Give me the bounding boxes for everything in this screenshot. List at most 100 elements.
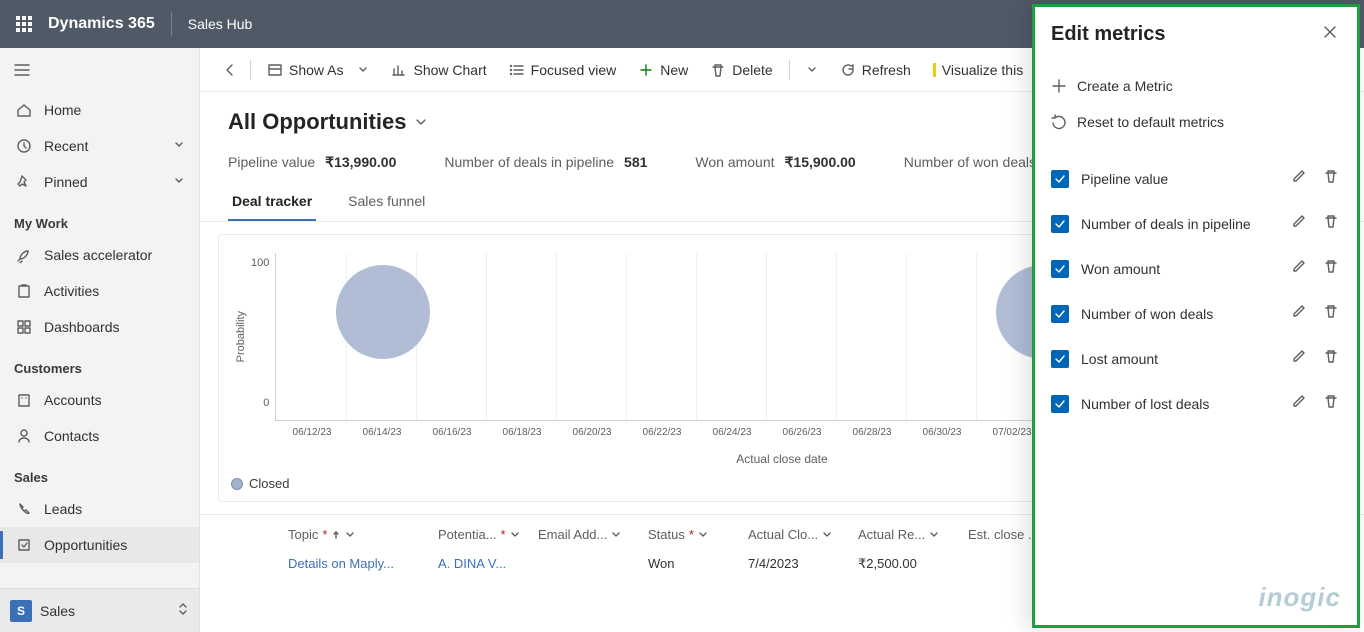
metric-item-lost-deals: Number of lost deals	[1051, 381, 1341, 426]
tab-deal-tracker[interactable]: Deal tracker	[228, 183, 316, 221]
delete-button[interactable]	[1321, 346, 1341, 371]
edit-button[interactable]	[1289, 301, 1309, 326]
back-button[interactable]	[212, 54, 244, 86]
reset-icon	[1051, 114, 1067, 130]
delete-button[interactable]	[1321, 211, 1341, 236]
edit-button[interactable]	[1289, 256, 1309, 281]
visualize-button[interactable]: Visualize this	[923, 54, 1033, 86]
show-as-button[interactable]: Show As	[257, 54, 379, 86]
chevron-down-icon	[611, 530, 621, 540]
metric-item-lost-amount: Lost amount	[1051, 336, 1341, 381]
app-launcher[interactable]	[8, 8, 40, 40]
chevron-down-icon	[345, 530, 355, 540]
chevron-down-icon	[806, 64, 818, 76]
col-topic[interactable]: Topic*	[288, 527, 438, 542]
edit-button[interactable]	[1289, 346, 1309, 371]
chevron-down-icon	[173, 139, 185, 151]
col-actual-rev[interactable]: Actual Re...	[858, 527, 968, 542]
metric-item-pipeline-value: Pipeline value	[1051, 156, 1341, 201]
col-email[interactable]: Email Add...	[538, 527, 648, 542]
divider	[171, 12, 172, 36]
area-badge: S	[10, 600, 32, 622]
close-button[interactable]	[1319, 21, 1341, 48]
metric-value: ₹15,900.00	[785, 154, 856, 170]
delete-button[interactable]	[1321, 256, 1341, 281]
delete-button[interactable]	[1321, 166, 1341, 191]
nav-leads[interactable]: Leads	[0, 491, 199, 527]
nav-accounts[interactable]: Accounts	[0, 382, 199, 418]
focused-view-button[interactable]: Focused view	[499, 54, 627, 86]
reset-metrics-button[interactable]: Reset to default metrics	[1051, 104, 1341, 140]
nav-recent[interactable]: Recent	[0, 128, 199, 164]
area-switcher[interactable]: S Sales	[0, 588, 199, 632]
trash-icon	[1323, 393, 1339, 409]
nav-label: Home	[44, 102, 81, 118]
nav-label: Dashboards	[44, 319, 120, 335]
nav-opportunities[interactable]: Opportunities	[0, 527, 199, 563]
checkbox[interactable]	[1051, 170, 1069, 188]
nav-contacts[interactable]: Contacts	[0, 418, 199, 454]
show-chart-button[interactable]: Show Chart	[381, 54, 496, 86]
metric-value: 581	[624, 154, 647, 170]
chart-icon	[391, 62, 407, 78]
nav-pinned[interactable]: Pinned	[0, 164, 199, 200]
pencil-icon	[1291, 393, 1307, 409]
x-tick: 06/20/23	[557, 427, 627, 438]
metric-name: Number of deals in pipeline	[1081, 216, 1277, 232]
chevron-down-icon	[510, 530, 520, 540]
nav-dashboards[interactable]: Dashboards	[0, 309, 199, 345]
section-sales: Sales	[0, 454, 199, 491]
dashboard-icon	[16, 319, 32, 335]
refresh-button[interactable]: Refresh	[830, 54, 921, 86]
col-status[interactable]: Status*	[648, 527, 748, 542]
checkbox[interactable]	[1051, 215, 1069, 233]
delete-button[interactable]	[1321, 301, 1341, 326]
col-actual-close[interactable]: Actual Clo...	[748, 527, 858, 542]
chevron-down-icon	[414, 115, 428, 129]
delete-dropdown[interactable]	[796, 54, 828, 86]
view-title-text: All Opportunities	[228, 109, 406, 135]
back-icon	[222, 62, 234, 78]
new-button[interactable]: New	[628, 54, 698, 86]
view-title-button[interactable]: All Opportunities	[228, 109, 428, 135]
col-potential[interactable]: Potentia...*	[438, 527, 538, 542]
nav-label: Pinned	[44, 174, 88, 190]
brand-name: Dynamics 365	[48, 15, 155, 33]
create-metric-button[interactable]: Create a Metric	[1051, 68, 1341, 104]
nav-label: Sales accelerator	[44, 247, 152, 263]
edit-button[interactable]	[1289, 391, 1309, 416]
nav-activities[interactable]: Activities	[0, 273, 199, 309]
legend-dot	[231, 478, 243, 490]
sidebar-toggle[interactable]	[0, 48, 199, 92]
check-icon	[1054, 218, 1066, 230]
clock-icon	[16, 138, 32, 154]
x-tick: 06/18/23	[487, 427, 557, 438]
metric-name: Pipeline value	[1081, 171, 1277, 187]
nav-label: Accounts	[44, 392, 102, 408]
section-mywork: My Work	[0, 200, 199, 237]
checkbox[interactable]	[1051, 260, 1069, 278]
delete-button[interactable]	[1321, 391, 1341, 416]
nav-sales-accelerator[interactable]: Sales accelerator	[0, 237, 199, 273]
legend-label: Closed	[249, 476, 289, 491]
metric-label: Pipeline value	[228, 154, 315, 170]
cmd-label: Visualize this	[942, 62, 1023, 78]
close-icon	[1323, 25, 1337, 39]
cmd-label: New	[660, 62, 688, 78]
cmd-label: Delete	[732, 62, 772, 78]
delete-button[interactable]: Delete	[700, 54, 782, 86]
metric-label: Won amount	[695, 154, 774, 170]
checkbox[interactable]	[1051, 395, 1069, 413]
separator	[789, 60, 790, 80]
nav-home[interactable]: Home	[0, 92, 199, 128]
action-label: Reset to default metrics	[1077, 114, 1224, 130]
chart-bubble[interactable]	[336, 265, 430, 359]
tab-sales-funnel[interactable]: Sales funnel	[344, 183, 429, 221]
metric-item-deals-pipeline: Number of deals in pipeline	[1051, 201, 1341, 246]
edit-button[interactable]	[1289, 166, 1309, 191]
metric-item-won-amount: Won amount	[1051, 246, 1341, 291]
checkbox[interactable]	[1051, 305, 1069, 323]
checkbox[interactable]	[1051, 350, 1069, 368]
x-tick: 06/30/23	[907, 427, 977, 438]
edit-button[interactable]	[1289, 211, 1309, 236]
